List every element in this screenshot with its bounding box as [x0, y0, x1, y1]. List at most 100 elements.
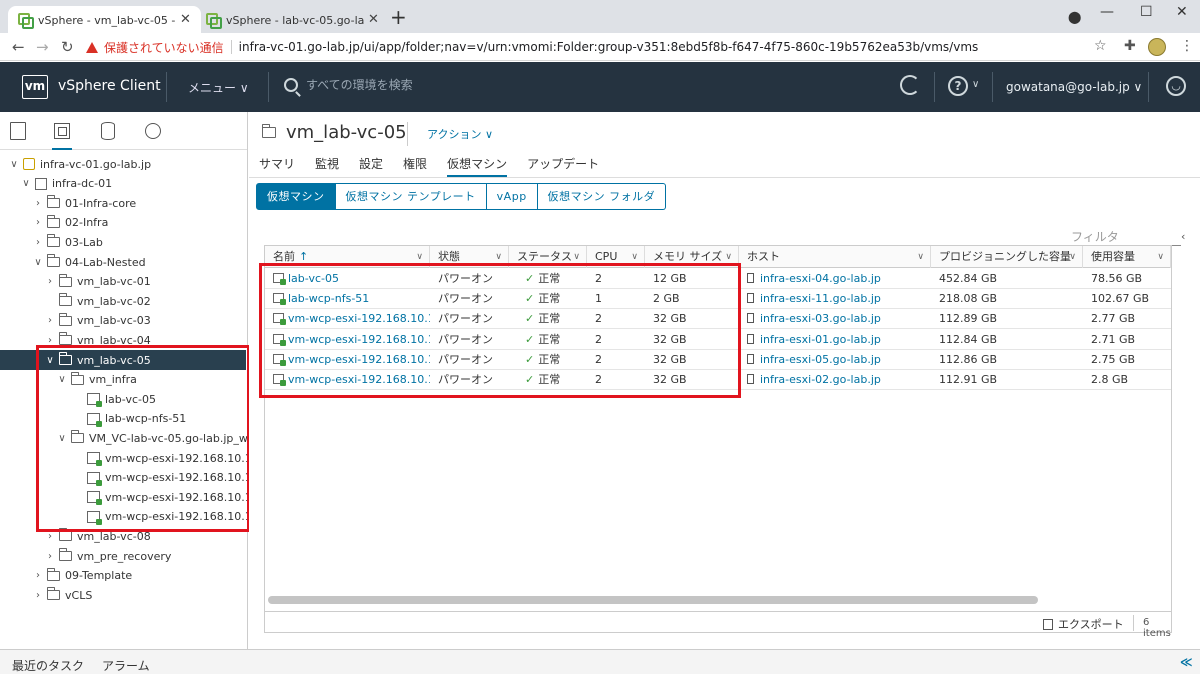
tree-node[interactable]: › 02-Infra — [32, 213, 108, 233]
browser-tab-active[interactable]: vSphere - vm_lab-vc-05 - 仮想マ ✕ — [8, 6, 201, 33]
tree-node[interactable]: ∨ 04-Lab-Nested — [32, 252, 146, 272]
browser-menu-icon[interactable]: ⋮ — [1180, 38, 1194, 54]
column-header[interactable]: 使用容量 ∨ — [1083, 246, 1171, 268]
view-segment-button[interactable]: 仮想マシン — [256, 183, 336, 210]
global-search[interactable]: すべての環境を検索 — [284, 76, 413, 93]
chevron-right-icon[interactable]: › — [32, 570, 44, 581]
chevron-down-icon[interactable]: ∨ — [972, 79, 979, 90]
bookmark-star-icon[interactable]: ☆ — [1094, 38, 1107, 54]
object-tab[interactable]: サマリ — [259, 152, 295, 178]
cell-host[interactable]: infra-esxi-05.go-lab.jp — [739, 350, 931, 370]
close-tab-icon[interactable]: ✕ — [180, 12, 191, 27]
object-tab[interactable]: アップデート — [527, 152, 599, 178]
object-tab[interactable]: 設定 — [359, 152, 383, 178]
forward-icon[interactable]: → — [36, 38, 49, 56]
tree-node[interactable]: ∨ infra-vc-01.go-lab.jp — [8, 154, 151, 174]
chevron-right-icon[interactable]: › — [44, 531, 56, 542]
actions-menu[interactable]: アクション ∨ — [427, 126, 493, 142]
scroll-thumb[interactable] — [268, 596, 1038, 604]
tree-node[interactable]: ∨ infra-dc-01 — [20, 174, 112, 194]
menu-button[interactable]: メニュー ∨ — [188, 79, 249, 96]
tree-node[interactable]: › vm_pre_recovery — [44, 546, 171, 566]
user-menu[interactable]: gowatana@go-lab.jp ∨ — [1006, 80, 1142, 94]
cell-host[interactable]: infra-esxi-11.go-lab.jp — [739, 289, 931, 309]
reload-icon[interactable]: ↻ — [61, 38, 74, 56]
chevron-down-icon[interactable]: ∨ — [8, 159, 20, 170]
browser-tab-title: vSphere - vm_lab-vc-05 - 仮想マ — [38, 13, 176, 27]
hosts-clusters-tab[interactable] — [8, 122, 28, 142]
back-icon[interactable]: ← — [12, 38, 25, 56]
help-icon[interactable]: ? — [948, 76, 968, 96]
filter-input[interactable]: フィルタ — [1071, 226, 1181, 246]
chevron-right-icon[interactable]: › — [44, 276, 56, 287]
chevron-right-icon[interactable]: › — [32, 237, 44, 248]
tab-search-icon[interactable]: ⬤ — [1068, 10, 1081, 24]
column-filter-icon[interactable]: ∨ — [917, 246, 924, 268]
tree-node-label: 03-Lab — [65, 235, 103, 249]
cell-used: 2.8 GB — [1083, 370, 1171, 390]
close-window-button[interactable]: ✕ — [1176, 4, 1188, 20]
chevron-right-icon[interactable]: › — [32, 590, 44, 601]
view-segment-button[interactable]: 仮想マシン テンプレート — [335, 183, 487, 210]
recent-tasks-tab[interactable]: 最近のタスク — [12, 657, 84, 674]
chevron-right-icon[interactable]: › — [44, 315, 56, 326]
menu-label: メニュー — [188, 81, 237, 95]
extensions-icon[interactable]: ✚ — [1124, 38, 1136, 54]
object-tab[interactable]: 監視 — [315, 152, 339, 178]
vms-templates-tab[interactable] — [52, 122, 72, 150]
security-warning[interactable]: 保護されていない通信 — [86, 39, 224, 56]
tree-node[interactable]: vm_lab-vc-02 — [44, 291, 151, 311]
divider — [407, 122, 408, 146]
cell-host[interactable]: infra-esxi-02.go-lab.jp — [739, 370, 931, 390]
alarms-tab[interactable]: アラーム — [102, 657, 150, 674]
tree-node[interactable]: › 09-Template — [32, 566, 132, 586]
chevron-down-icon[interactable]: ∨ — [20, 178, 32, 189]
security-warning-text: 保護されていない通信 — [104, 40, 224, 55]
horizontal-scrollbar[interactable] — [268, 596, 1168, 604]
refresh-icon[interactable] — [900, 75, 920, 95]
column-header[interactable]: プロビジョニングした容量 ∨ — [931, 246, 1083, 268]
networking-tab[interactable] — [143, 122, 163, 142]
cell-host[interactable]: infra-esxi-03.go-lab.jp — [739, 309, 931, 329]
view-segment-button[interactable]: vApp — [486, 183, 538, 210]
column-filter-icon[interactable]: ∨ — [1069, 246, 1076, 268]
divider — [992, 72, 993, 102]
cell-text: 2.77 GB — [1091, 312, 1136, 326]
close-tab-icon[interactable]: ✕ — [368, 12, 379, 27]
cell-text: infra-esxi-03.go-lab.jp — [760, 312, 881, 326]
address-bar: ← → ↻ 保護されていない通信 infra-vc-01.go-lab.jp/u… — [0, 33, 1200, 61]
tree-node[interactable]: › vCLS — [32, 585, 92, 605]
object-tab[interactable]: 権限 — [403, 152, 427, 178]
cell-prov: 218.08 GB — [931, 289, 1083, 309]
cell-host[interactable]: infra-esxi-01.go-lab.jp — [739, 330, 931, 350]
tree-node[interactable]: › vm_lab-vc-03 — [44, 311, 151, 331]
minimize-button[interactable]: — — [1100, 4, 1114, 20]
storage-tab[interactable] — [98, 122, 118, 142]
datacenter-icon — [35, 177, 47, 190]
column-toggle-icon[interactable]: ‹ — [1181, 230, 1185, 243]
tree-node[interactable]: › 01-Infra-core — [32, 193, 136, 213]
column-filter-icon[interactable]: ∨ — [1157, 246, 1164, 268]
expand-panel-icon[interactable]: ≪ — [1180, 655, 1193, 669]
tree-node[interactable]: › 03-Lab — [32, 232, 103, 252]
tree-node[interactable]: › vm_lab-vc-01 — [44, 272, 151, 292]
tree-node-label: 09-Template — [65, 569, 133, 583]
chevron-right-icon[interactable]: › — [32, 217, 44, 228]
omnibox[interactable]: 保護されていない通信 infra-vc-01.go-lab.jp/ui/app/… — [86, 35, 1116, 59]
view-segment-button[interactable]: 仮想マシン フォルダ — [537, 183, 667, 210]
cell-host[interactable]: infra-esxi-04.go-lab.jp — [739, 269, 931, 289]
chevron-right-icon[interactable]: › — [44, 551, 56, 562]
feedback-smiley-icon[interactable]: ◡ — [1166, 76, 1186, 96]
new-tab-button[interactable]: + — [390, 7, 407, 27]
vsphere-header: vm vSphere Client メニュー ∨ すべての環境を検索 ? ∨ g… — [0, 62, 1200, 112]
export-button[interactable]: エクスポート — [1043, 616, 1124, 632]
column-header[interactable]: ホスト ∨ — [739, 246, 931, 268]
profile-avatar[interactable] — [1148, 38, 1166, 56]
chevron-down-icon[interactable]: ∨ — [32, 257, 44, 268]
browser-tab[interactable]: vSphere - lab-vc-05.go-lab.jp - サ ✕ — [196, 6, 389, 33]
chevron-right-icon[interactable]: › — [32, 198, 44, 209]
maximize-button[interactable]: ☐ — [1140, 4, 1153, 20]
vsphere-favicon-icon — [206, 12, 222, 29]
object-tab[interactable]: 仮想マシン — [447, 152, 508, 178]
divider — [1133, 615, 1134, 631]
